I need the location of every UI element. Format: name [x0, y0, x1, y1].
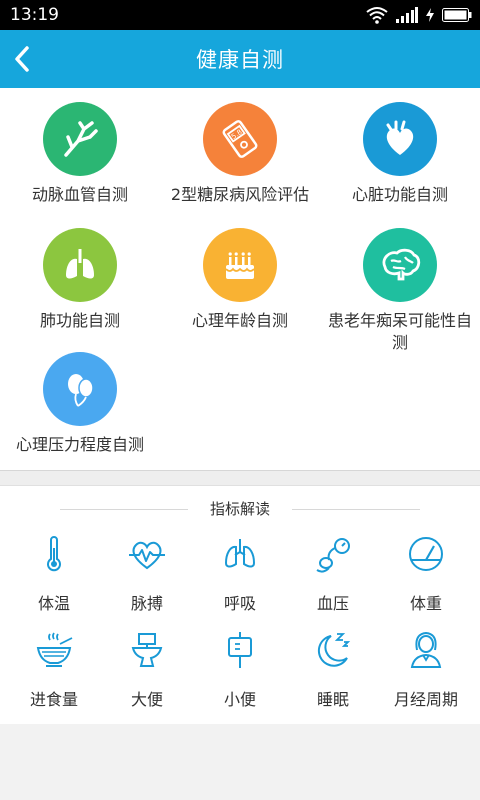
indicator-pulse[interactable]: 脉搏: [99, 534, 195, 614]
indicator-section: 指标解读 体温 脉搏 呼吸 血压 体重 进食量 大便 小便 睡眠 月经周期: [0, 486, 480, 724]
indicator-label: 脉搏: [130, 594, 163, 613]
indicator-sleep[interactable]: 睡眠: [285, 630, 381, 710]
indicator-label: 血压: [316, 594, 349, 613]
glucometer-icon: 5.8: [203, 102, 277, 176]
section-divider: [0, 470, 480, 486]
signal-icon: [396, 7, 418, 23]
status-bar: 13:19: [0, 0, 480, 30]
test-heart[interactable]: 心脏功能自测: [320, 102, 480, 206]
test-label: 动脉血管自测: [31, 185, 128, 204]
scale-icon: [409, 537, 443, 571]
blood-pressure-icon: [316, 538, 350, 573]
divider-line: [292, 509, 420, 510]
sleep-moon-icon: [317, 633, 351, 667]
battery-icon: [442, 8, 472, 22]
toilet-icon: [131, 633, 163, 667]
urine-bag-icon: [228, 632, 252, 668]
test-lung[interactable]: 肺功能自测: [0, 228, 160, 332]
vessel-icon: [43, 102, 117, 176]
indicator-label: 月经周期: [393, 690, 458, 709]
test-label: 肺功能自测: [39, 311, 120, 330]
indicator-label: 体温: [37, 594, 70, 613]
page-title: 健康自测: [196, 48, 284, 72]
heartbeat-icon: [129, 541, 165, 570]
test-dementia[interactable]: 患老年痴呆可能性自测: [320, 228, 480, 354]
heart-icon: [363, 102, 437, 176]
food-bowl-icon: [36, 632, 73, 667]
indicator-label: 呼吸: [223, 594, 256, 613]
status-time: 13:19: [10, 5, 59, 25]
indicator-temperature[interactable]: 体温: [6, 534, 102, 614]
indicator-label: 睡眠: [316, 690, 349, 709]
cake-icon: [203, 228, 277, 302]
lungs-icon: [43, 228, 117, 302]
brain-icon: [363, 228, 437, 302]
woman-icon: [410, 631, 442, 668]
test-mental-age[interactable]: 心理年龄自测: [160, 228, 320, 332]
test-label: 心脏功能自测: [351, 185, 448, 204]
test-label: 心理年龄自测: [191, 311, 288, 330]
lungs-icon: [224, 539, 256, 568]
app-bar: 健康自测: [0, 30, 480, 88]
indicator-label: 体重: [409, 594, 442, 613]
test-stress[interactable]: 心理压力程度自测: [0, 352, 160, 456]
test-label: 2型糖尿病风险评估: [170, 185, 310, 204]
test-artery[interactable]: 动脉血管自测: [0, 102, 160, 206]
indicator-blood-pressure[interactable]: 血压: [285, 534, 381, 614]
indicator-header: 指标解读: [60, 498, 420, 520]
indicator-stool[interactable]: 大便: [99, 630, 195, 710]
indicator-respiration[interactable]: 呼吸: [192, 534, 288, 614]
charging-icon: [426, 8, 434, 22]
self-test-grid: 动脉血管自测 5.8 2型糖尿病风险评估 心脏功能自测 肺功能自测 心理年龄自测…: [0, 88, 480, 470]
test-label: 患老年痴呆可能性自测: [328, 311, 473, 352]
indicator-weight[interactable]: 体重: [378, 534, 474, 614]
indicator-food-intake[interactable]: 进食量: [6, 630, 102, 710]
indicator-urine[interactable]: 小便: [192, 630, 288, 710]
indicator-label: 大便: [130, 690, 163, 709]
test-label: 心理压力程度自测: [15, 435, 144, 454]
balloon-icon: [43, 352, 117, 426]
thermometer-icon: [47, 536, 61, 572]
indicator-label: 进食量: [29, 690, 78, 709]
status-icons: [366, 6, 472, 24]
test-diabetes[interactable]: 5.8 2型糖尿病风险评估: [160, 102, 320, 206]
indicator-label: 小便: [223, 690, 256, 709]
wifi-icon: [366, 7, 388, 24]
indicator-menstrual-cycle[interactable]: 月经周期: [378, 630, 474, 710]
